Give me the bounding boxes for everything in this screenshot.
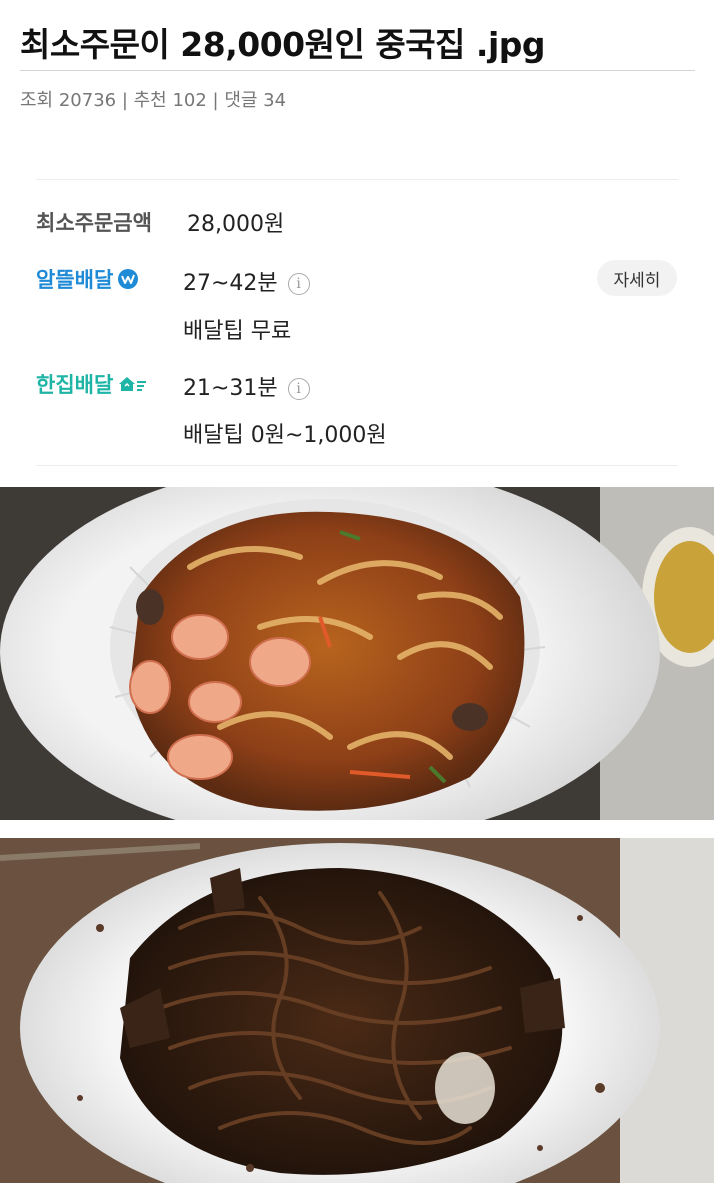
albbeul-time: 27~42분 <box>183 271 278 296</box>
photo-jajangmyeon-icon <box>0 838 714 1183</box>
card-top-divider <box>36 179 678 180</box>
albbeul-time-row: 27~42분 i <box>183 265 310 297</box>
albbeul-delivery-label: 알뜰배달 <box>36 264 139 295</box>
photo-seafood-noodle-icon <box>0 487 714 820</box>
hanjip-delivery-label: 한집배달 <box>36 369 149 400</box>
hanjip-time-row: 21~31분 i <box>183 370 310 402</box>
detail-button[interactable]: 자세히 <box>597 260 677 296</box>
info-icon[interactable]: i <box>287 378 310 400</box>
min-order-label: 최소주문금액 <box>36 211 152 235</box>
seafood-stir-fry-photo <box>0 487 714 820</box>
hanjip-delivery-text: 한집배달 <box>36 373 114 397</box>
hanjip-time: 21~31분 <box>183 376 278 401</box>
hanjip-house-icon <box>117 373 149 400</box>
jajangmyeon-photo <box>0 838 714 1183</box>
title-divider <box>20 70 695 71</box>
card-bottom-divider <box>36 465 678 466</box>
info-icon[interactable]: i <box>287 273 310 295</box>
post-meta: 조회 20736 | 추천 102 | 댓글 34 <box>20 90 287 111</box>
hanjip-tip: 배달팁 0원~1,000원 <box>183 423 387 448</box>
min-order-value: 28,000원 <box>187 212 285 237</box>
albbeul-delivery-text: 알뜰배달 <box>36 268 114 292</box>
albbeul-tip: 배달팁 무료 <box>183 319 292 344</box>
albbeul-badge-icon <box>117 268 139 295</box>
post-title: 최소주문이 28,000원인 중국집 .jpg <box>20 25 546 64</box>
